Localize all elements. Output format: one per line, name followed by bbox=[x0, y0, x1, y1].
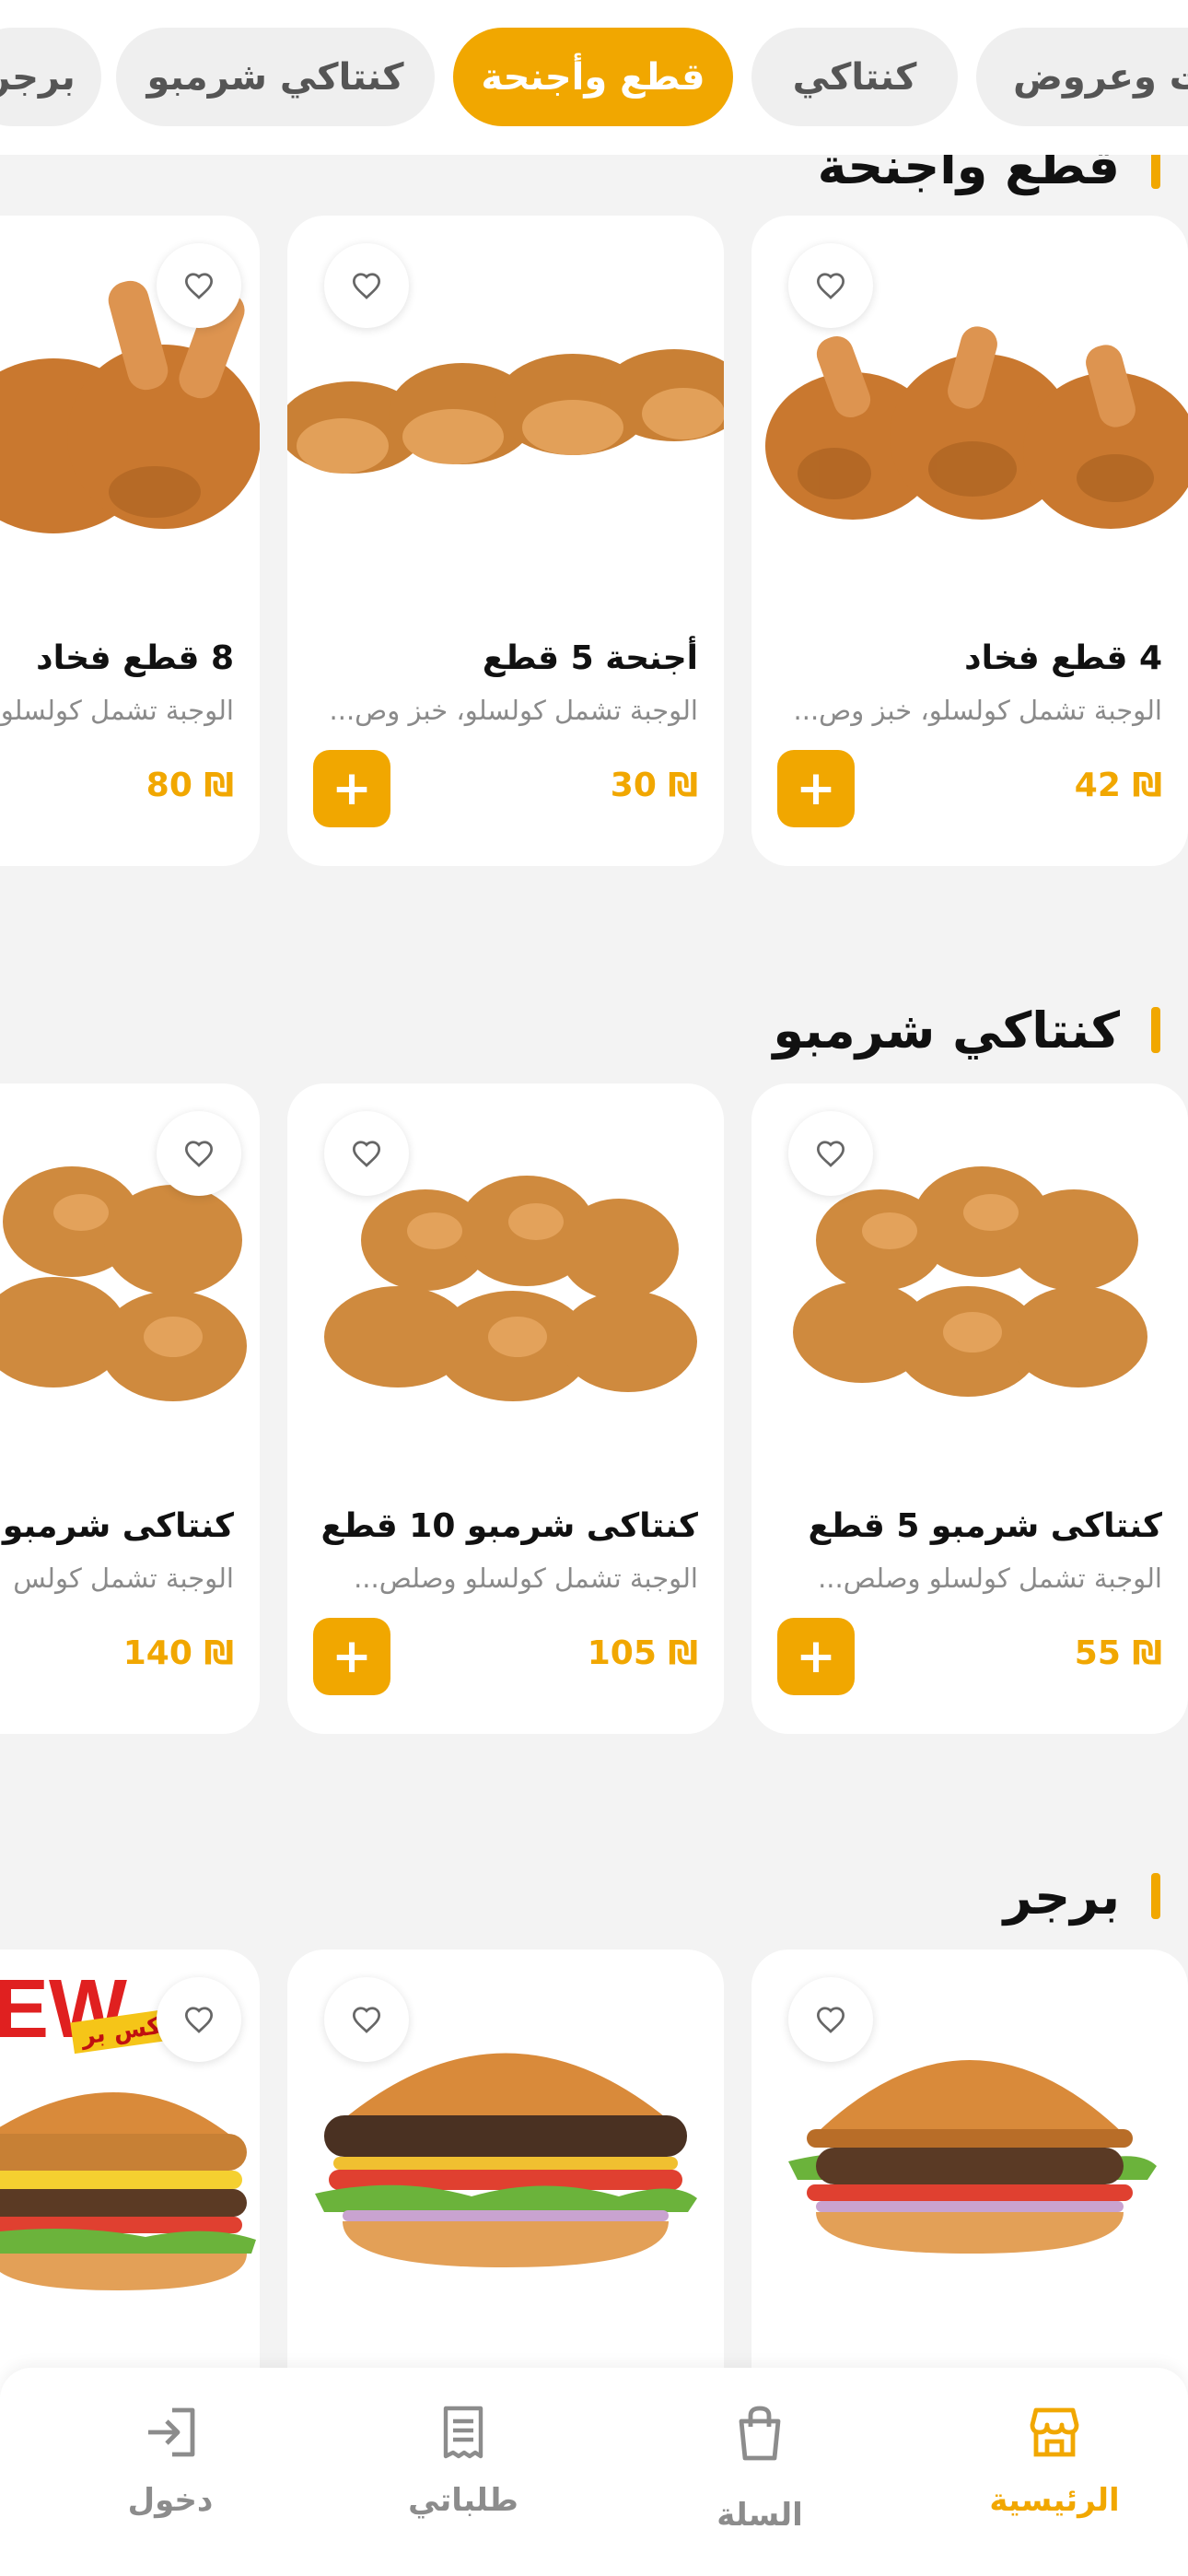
product-price: ₪ 105 bbox=[587, 1634, 698, 1672]
section-title-kentucky-shrimp: كنتاكي شرمبو bbox=[773, 993, 1188, 1067]
product-description: الوجبة تشمل كولسلو، خبز وص... bbox=[793, 695, 1162, 726]
add-to-cart-button[interactable]: + bbox=[777, 750, 855, 827]
product-card[interactable]: 4 قطع فخاد الوجبة تشمل كولسلو، خبز وص...… bbox=[751, 216, 1188, 866]
product-card[interactable]: كنتاكى شرمبو 5 قطع الوجبة تشمل كولسلو وص… bbox=[751, 1083, 1188, 1734]
product-card[interactable]: أجنحة 5 قطع الوجبة تشمل كولسلو، خبز وص..… bbox=[287, 216, 724, 866]
chip-pieces-wings[interactable]: قطع وأجنحة bbox=[453, 28, 733, 126]
product-price: ₪ 42 bbox=[1074, 767, 1162, 804]
chip-offers[interactable]: ت وعروض bbox=[976, 28, 1188, 126]
favorite-heart-icon[interactable] bbox=[788, 1111, 873, 1196]
bottom-navigation: الرئيسية السلة طلباتي دخول bbox=[0, 2368, 1188, 2576]
section-title-burger: برجر bbox=[1004, 1859, 1188, 1933]
chip-burger[interactable]: برجر bbox=[0, 28, 101, 126]
product-price: ₪ 55 bbox=[1074, 1634, 1162, 1672]
favorite-heart-icon[interactable] bbox=[324, 1111, 409, 1196]
product-price: ₪ 30 bbox=[610, 767, 698, 804]
nav-cart-label: السلة bbox=[716, 2497, 803, 2534]
chip-kentucky-shrimp[interactable]: كنتاكي شرمبو bbox=[116, 28, 435, 126]
add-to-cart-button[interactable]: + bbox=[313, 1618, 390, 1695]
product-card[interactable]: 8 قطع فخاد الوجبة تشمل كولسلو ₪ 80 bbox=[0, 216, 260, 866]
favorite-heart-icon[interactable] bbox=[157, 1111, 241, 1196]
nav-login-label: دخول bbox=[127, 2482, 214, 2519]
add-to-cart-button[interactable]: + bbox=[777, 1618, 855, 1695]
product-price: ₪ 140 bbox=[122, 1634, 234, 1672]
category-chips: برجر كنتاكي شرمبو قطع وأجنحة كنتاكي ت وع… bbox=[0, 0, 1188, 155]
nav-orders[interactable]: طلباتي bbox=[348, 2405, 578, 2519]
product-description: الوجبة تشمل كولسلو bbox=[0, 695, 234, 726]
product-card[interactable]: كنتاكى شرمبو الوجبة تشمل كولس ₪ 140 bbox=[0, 1083, 260, 1734]
app-screen: برجر كنتاكي شرمبو قطع وأجنحة كنتاكي ت وع… bbox=[0, 0, 1188, 2576]
shopping-bag-icon bbox=[734, 2406, 786, 2465]
product-description: الوجبة تشمل كولسلو وصلص... bbox=[818, 1563, 1162, 1594]
section-title-text: برجر bbox=[1003, 1867, 1120, 1926]
product-card[interactable]: كنتاكى شرمبو 10 قطع الوجبة تشمل كولسلو و… bbox=[287, 1083, 724, 1734]
store-icon bbox=[1025, 2407, 1084, 2464]
login-icon bbox=[143, 2407, 198, 2464]
favorite-heart-icon[interactable] bbox=[324, 1977, 409, 2062]
product-price: ₪ 80 bbox=[146, 767, 234, 804]
favorite-heart-icon[interactable] bbox=[157, 1977, 241, 2062]
nav-home-label: الرئيسية bbox=[989, 2482, 1120, 2519]
product-name: 4 قطع فخاد bbox=[964, 639, 1162, 677]
favorite-heart-icon[interactable] bbox=[157, 243, 241, 328]
product-description: الوجبة تشمل كولسلو وصلص... bbox=[354, 1563, 698, 1594]
nav-cart[interactable]: السلة bbox=[645, 2405, 875, 2534]
section-accent-bar bbox=[1151, 1007, 1160, 1053]
product-name: 8 قطع فخاد bbox=[36, 639, 234, 677]
product-name: كنتاكى شرمبو 10 قطع bbox=[320, 1507, 699, 1545]
nav-home[interactable]: الرئيسية bbox=[939, 2405, 1170, 2519]
favorite-heart-icon[interactable] bbox=[788, 243, 873, 328]
section-title-text: كنتاكي شرمبو bbox=[773, 1001, 1120, 1060]
product-description: الوجبة تشمل كولس bbox=[13, 1563, 234, 1594]
nav-login[interactable]: دخول bbox=[55, 2405, 285, 2519]
section-accent-bar bbox=[1151, 1873, 1160, 1919]
receipt-icon bbox=[442, 2406, 484, 2464]
favorite-heart-icon[interactable] bbox=[324, 243, 409, 328]
add-to-cart-button[interactable]: + bbox=[313, 750, 390, 827]
product-name: أجنحة 5 قطع bbox=[482, 639, 698, 677]
product-description: الوجبة تشمل كولسلو، خبز وص... bbox=[329, 695, 698, 726]
product-name: كنتاكى شرمبو bbox=[2, 1507, 234, 1545]
chip-kentucky[interactable]: كنتاكي bbox=[751, 28, 958, 126]
nav-orders-label: طلباتي bbox=[408, 2482, 518, 2519]
product-name: كنتاكى شرمبو 5 قطع bbox=[808, 1507, 1162, 1545]
favorite-heart-icon[interactable] bbox=[788, 1977, 873, 2062]
